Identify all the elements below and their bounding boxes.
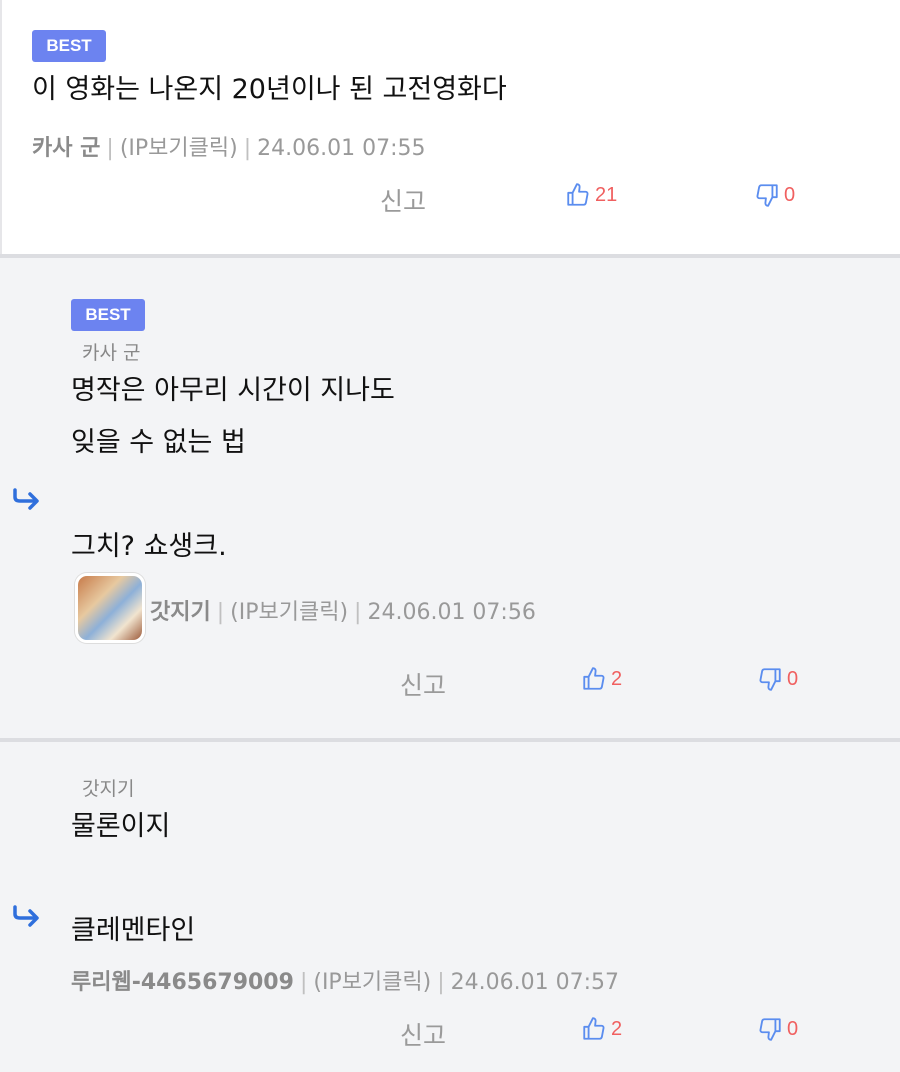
dislike-count: 0 (787, 1017, 799, 1040)
author-name[interactable]: 카사 군 (32, 136, 100, 161)
comment-2: BEST 카사 군 명작은 아무리 시간이 지나도 잊을 수 없는 법 그치? … (0, 258, 900, 738)
dislike-count: 0 (784, 183, 796, 206)
comment-text: 명작은 아무리 시간이 지나도 잊을 수 없는 법 그치? 쇼생크. (71, 375, 395, 562)
dislike-button[interactable]: 0 (757, 666, 798, 692)
timestamp: 24.06.01 07:56 (367, 600, 536, 625)
report-button[interactable]: 신고 (400, 666, 446, 702)
comment-meta: 갓지기 | (IP보기클릭) | 24.06.01 07:56 (150, 600, 536, 625)
comment-meta: 루리웹-4465679009 | (IP보기클릭) | 24.06.01 07:57 (71, 970, 620, 995)
like-count: 21 (595, 183, 618, 206)
report-button[interactable]: 신고 (380, 182, 426, 218)
thumbs-down-icon (756, 184, 778, 207)
author-name[interactable]: 루리웹-4465679009 (71, 970, 294, 995)
dislike-button[interactable]: 0 (757, 1016, 798, 1042)
like-count: 2 (611, 667, 623, 690)
ip-link[interactable]: (IP보기클릭) (230, 600, 348, 625)
report-button[interactable]: 신고 (400, 1016, 446, 1052)
comment-text: 이 영화는 나온지 20년이나 된 고전영화다 (32, 74, 507, 105)
thumbs-up-icon (583, 667, 605, 690)
timestamp: 24.06.01 07:55 (257, 136, 426, 161)
reply-arrow-icon (13, 905, 39, 927)
ip-link[interactable]: (IP보기클릭) (313, 970, 431, 995)
reply-arrow-icon (13, 488, 39, 510)
thumbs-up-icon (583, 1017, 605, 1040)
comment-1: BEST 이 영화는 나온지 20년이나 된 고전영화다 카사 군 | (IP보기클… (0, 0, 900, 255)
comment-3: 갓지기 물론이지 클레멘타인 루리웹-4465679009 | (IP보기클릭) | 2… (0, 742, 900, 1072)
like-button[interactable]: 2 (581, 666, 622, 692)
dislike-button[interactable]: 0 (754, 182, 795, 208)
like-button[interactable]: 2 (581, 1016, 622, 1042)
reply-to-name[interactable]: 갓지기 (82, 774, 134, 801)
avatar[interactable] (75, 573, 145, 643)
thumbs-up-icon (567, 183, 589, 206)
best-badge: BEST (71, 299, 145, 331)
best-badge: BEST (32, 30, 106, 62)
comment-text: 물론이지 클레멘타인 (71, 811, 196, 946)
reply-to-name[interactable]: 카사 군 (82, 338, 140, 365)
comment-meta: 카사 군 | (IP보기클릭) | 24.06.01 07:55 (32, 136, 426, 161)
dislike-count: 0 (787, 667, 799, 690)
thumbs-down-icon (759, 668, 781, 691)
like-button[interactable]: 21 (565, 182, 617, 208)
timestamp: 24.06.01 07:57 (450, 970, 620, 995)
like-count: 2 (611, 1017, 623, 1040)
ip-link[interactable]: (IP보기클릭) (120, 136, 238, 161)
thumbs-down-icon (759, 1018, 781, 1041)
author-name[interactable]: 갓지기 (150, 600, 211, 625)
